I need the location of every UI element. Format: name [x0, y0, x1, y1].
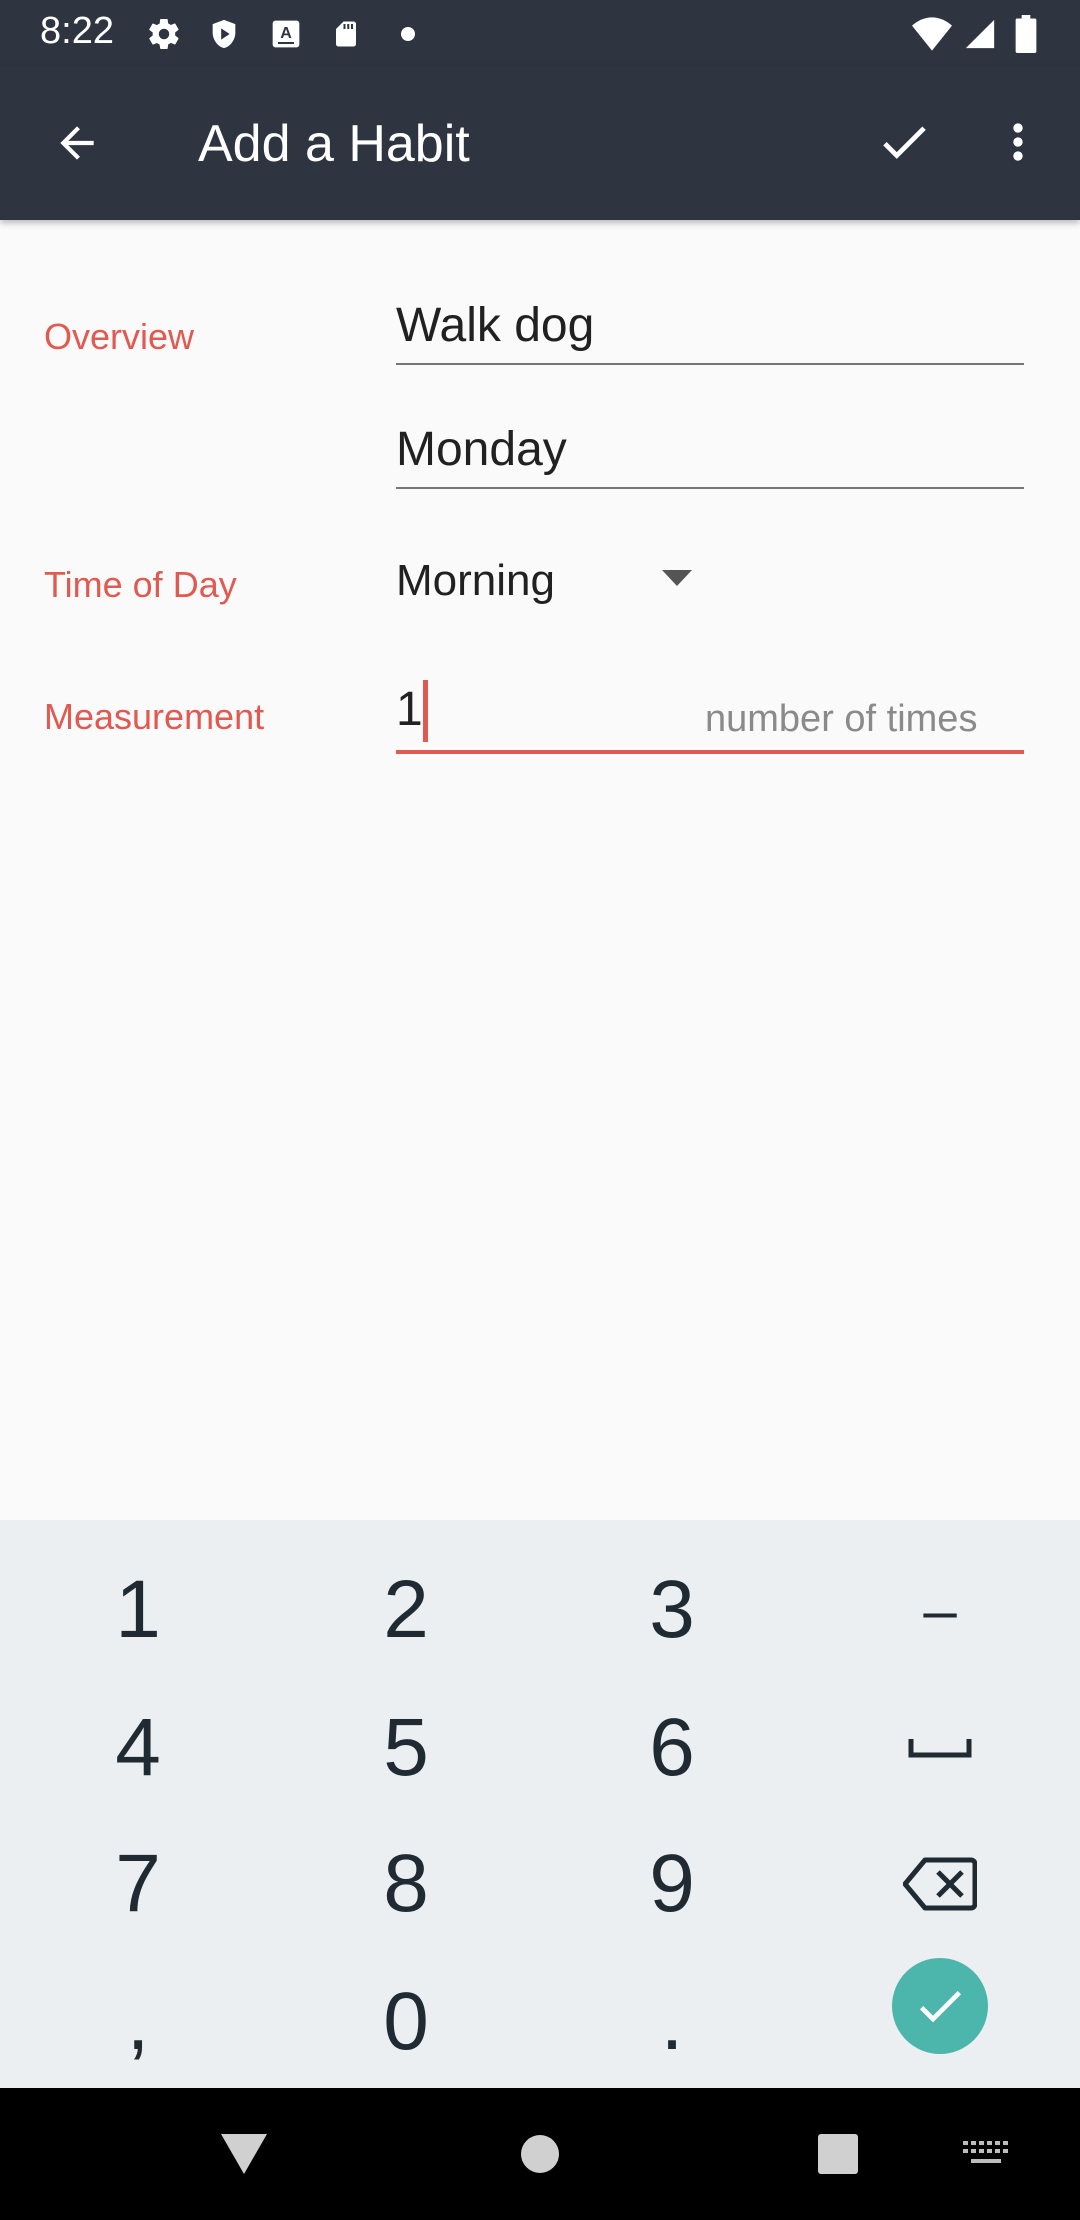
- key-space[interactable]: [806, 1680, 1074, 1816]
- key-6[interactable]: 6: [538, 1680, 806, 1816]
- screen: 8:22 A Add a Habit Overview Walk dog Mon…: [0, 0, 1080, 2220]
- nav-recents-square-icon: [818, 2134, 858, 2174]
- battery-icon: [1006, 14, 1046, 54]
- a-icon: A: [266, 14, 306, 54]
- keyboard-done-button[interactable]: [892, 1958, 988, 2054]
- measurement-value[interactable]: 1: [396, 682, 423, 737]
- measurement-label: Measurement: [44, 696, 265, 737]
- overview-label: Overview: [44, 316, 195, 357]
- more-vert-icon: [1013, 123, 1023, 161]
- key-backspace[interactable]: [806, 1816, 1074, 1952]
- page-title: Add a Habit: [198, 115, 470, 173]
- key-4[interactable]: 4: [4, 1680, 272, 1816]
- measurement-underline: [396, 750, 1024, 754]
- sd-card-icon: [326, 14, 366, 54]
- key-1[interactable]: 1: [4, 1542, 272, 1678]
- arrow-back-icon: [60, 126, 94, 160]
- key-8[interactable]: 8: [272, 1816, 540, 1952]
- check-icon: [883, 126, 926, 159]
- backspace-icon: [903, 1857, 977, 1911]
- key-5[interactable]: 5: [272, 1680, 540, 1816]
- key-3[interactable]: 3: [538, 1542, 806, 1678]
- gear-icon: [144, 14, 184, 54]
- keyboard-switch-button[interactable]: [946, 2118, 1026, 2190]
- key-7[interactable]: 7: [4, 1816, 272, 1952]
- key-period[interactable]: .: [538, 1954, 806, 2090]
- habit-name-underline: [396, 363, 1024, 365]
- status-bar: 8:22 A: [0, 0, 1080, 66]
- wifi-icon: [912, 14, 952, 54]
- nav-back-triangle-icon: [221, 2134, 267, 2174]
- keyboard-icon: [963, 2141, 1008, 2163]
- space-bar-icon: [908, 1739, 972, 1758]
- habit-day-underline: [396, 487, 1024, 489]
- key-2[interactable]: 2: [272, 1542, 540, 1678]
- svg-text:A: A: [280, 25, 292, 42]
- status-time: 8:22: [40, 10, 114, 52]
- nav-back-button[interactable]: [204, 2118, 284, 2190]
- signal-icon: [960, 14, 1000, 54]
- habit-day-value[interactable]: Monday: [396, 422, 567, 477]
- habit-name-value[interactable]: Walk dog: [396, 298, 594, 353]
- key-0[interactable]: 0: [272, 1954, 540, 2090]
- check-icon: [919, 1991, 961, 2023]
- time-of-day-label: Time of Day: [44, 564, 237, 605]
- dot-icon: [388, 14, 428, 54]
- more-options-button[interactable]: [990, 106, 1046, 178]
- nav-recents-button[interactable]: [798, 2118, 878, 2190]
- back-button[interactable]: [44, 110, 110, 176]
- key-minus[interactable]: –: [806, 1542, 1074, 1678]
- time-of-day-value[interactable]: Morning: [396, 556, 555, 606]
- measurement-unit: number of times: [705, 698, 978, 740]
- key-9[interactable]: 9: [538, 1816, 806, 1952]
- nav-home-circle-icon: [521, 2135, 559, 2173]
- shield-icon: [204, 14, 244, 54]
- app-bar: Add a Habit: [0, 66, 1080, 220]
- key-comma[interactable]: ,: [4, 1954, 272, 2090]
- dropdown-arrow-icon: [662, 570, 692, 586]
- save-button[interactable]: [868, 106, 940, 178]
- text-caret: [423, 680, 428, 742]
- nav-home-button[interactable]: [500, 2118, 580, 2190]
- navigation-bar: [0, 2088, 1080, 2220]
